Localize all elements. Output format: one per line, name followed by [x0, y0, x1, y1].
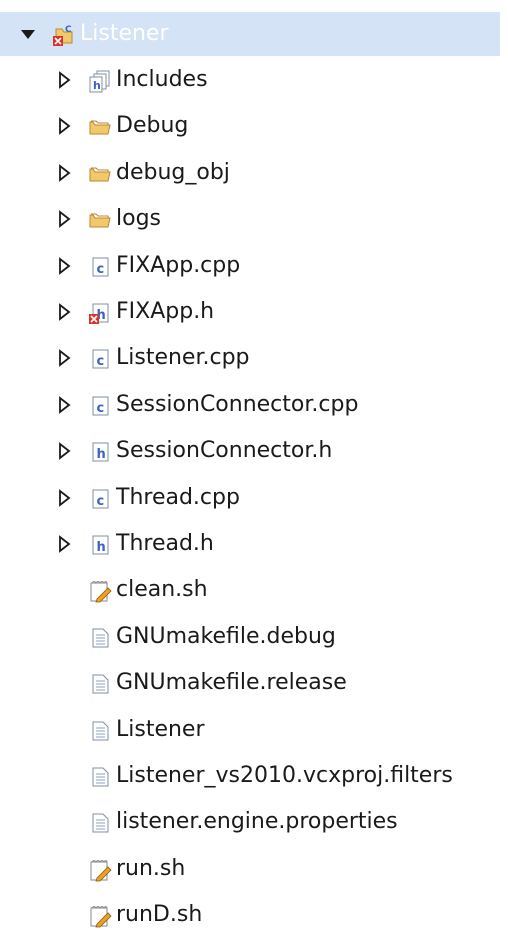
tree-item[interactable]: c Listener.cpp [0, 336, 508, 380]
tree-item-label: Listener.cpp [116, 345, 250, 371]
expand-arrow-icon[interactable] [54, 302, 74, 322]
svg-text:C: C [65, 25, 72, 35]
project-explorer-tree: C Listener h Includes Debug debug_objlogs c FIX… [0, 0, 508, 946]
expand-arrow-icon[interactable] [54, 348, 74, 368]
folder-icon [88, 208, 112, 232]
c-project-error-icon: C [52, 23, 76, 47]
header-file-error-icon: h [88, 301, 112, 325]
tree-item-label: Debug [116, 113, 189, 139]
tree-item-label: SessionConnector.h [116, 438, 333, 464]
tree-item-label: Thread.cpp [116, 484, 240, 510]
tree-item-label: logs [116, 206, 161, 232]
tree-item-label: Includes [116, 67, 208, 92]
tree-item-label: GNUmakefile.debug [116, 623, 336, 649]
script-file-icon [88, 904, 112, 928]
tree-item[interactable]: h Includes [0, 58, 508, 102]
tree-item[interactable]: logs [0, 197, 508, 241]
tree-item-label: FIXApp.cpp [116, 252, 241, 278]
tree-item[interactable]: listener.engine.properties [0, 800, 508, 844]
tree-item[interactable]: c Thread.cpp [0, 476, 508, 520]
expand-arrow-icon[interactable] [54, 116, 74, 136]
tree-item[interactable]: h SessionConnector.h [0, 429, 508, 473]
c-source-file-icon: c [88, 487, 112, 511]
tree-root-label: Listener [80, 21, 169, 46]
tree-item[interactable]: Listener_vs2010.vcxproj.filters [0, 754, 508, 798]
c-source-file-icon: c [88, 255, 112, 279]
expand-arrow-icon[interactable] [54, 534, 74, 554]
text-file-icon [88, 719, 112, 743]
tree-item-label: Listener [116, 716, 205, 742]
expand-arrow-icon[interactable] [54, 209, 74, 229]
svg-text:c: c [97, 354, 105, 369]
text-file-icon [88, 765, 112, 789]
tree-item[interactable]: GNUmakefile.debug [0, 615, 508, 659]
svg-text:c: c [97, 262, 105, 277]
tree-item[interactable]: c SessionConnector.cpp [0, 383, 508, 427]
script-file-icon [88, 858, 112, 882]
svg-text:h: h [97, 540, 106, 555]
tree-item-label: runD.sh [116, 902, 203, 928]
tree-item[interactable]: Debug [0, 104, 508, 148]
tree-item-label: Thread.h [116, 531, 214, 556]
header-file-icon: h [88, 533, 112, 557]
expand-arrow-icon[interactable] [54, 488, 74, 508]
text-file-icon [88, 672, 112, 696]
expand-arrow-icon[interactable] [54, 256, 74, 276]
tree-item[interactable]: h FIXApp.h [0, 290, 508, 334]
tree-item-label: GNUmakefile.release [116, 670, 347, 696]
text-file-icon [88, 626, 112, 650]
tree-item[interactable]: GNUmakefile.release [0, 661, 508, 705]
tree-item[interactable]: run.sh [0, 847, 508, 891]
tree-item-label: listener.engine.properties [116, 809, 398, 835]
expand-arrow-icon[interactable] [54, 163, 74, 183]
tree-item[interactable]: Listener [0, 708, 508, 752]
svg-text:c: c [97, 494, 105, 509]
expand-arrow-icon[interactable] [54, 441, 74, 461]
tree-item[interactable]: c FIXApp.cpp [0, 244, 508, 288]
tree-item-label: Listener_vs2010.vcxproj.filters [116, 763, 453, 788]
folder-icon [88, 162, 112, 186]
svg-text:c: c [97, 401, 105, 416]
tree-item-label: SessionConnector.cpp [116, 391, 359, 417]
c-source-file-icon: c [88, 394, 112, 418]
text-file-icon [88, 811, 112, 835]
includes-icon: h [88, 69, 112, 93]
tree-item-label: run.sh [116, 855, 186, 881]
svg-text:h: h [93, 79, 101, 92]
expand-arrow-icon[interactable] [54, 395, 74, 415]
header-file-icon: h [88, 440, 112, 464]
tree-item[interactable]: runD.sh [0, 893, 508, 937]
tree-item[interactable]: h Thread.h [0, 522, 508, 566]
tree-item-label: debug_obj [116, 159, 230, 185]
tree-item-label: FIXApp.h [116, 299, 215, 324]
tree-root-listener[interactable]: C Listener [0, 12, 500, 56]
collapse-arrow-icon[interactable] [18, 24, 38, 44]
tree-item[interactable]: clean.sh [0, 568, 508, 612]
svg-text:h: h [97, 447, 106, 462]
tree-item-label: clean.sh [116, 577, 208, 603]
expand-arrow-icon[interactable] [54, 70, 74, 90]
folder-icon [88, 115, 112, 139]
tree-item[interactable]: debug_obj [0, 151, 508, 195]
c-source-file-icon: c [88, 347, 112, 371]
script-file-icon [88, 579, 112, 603]
